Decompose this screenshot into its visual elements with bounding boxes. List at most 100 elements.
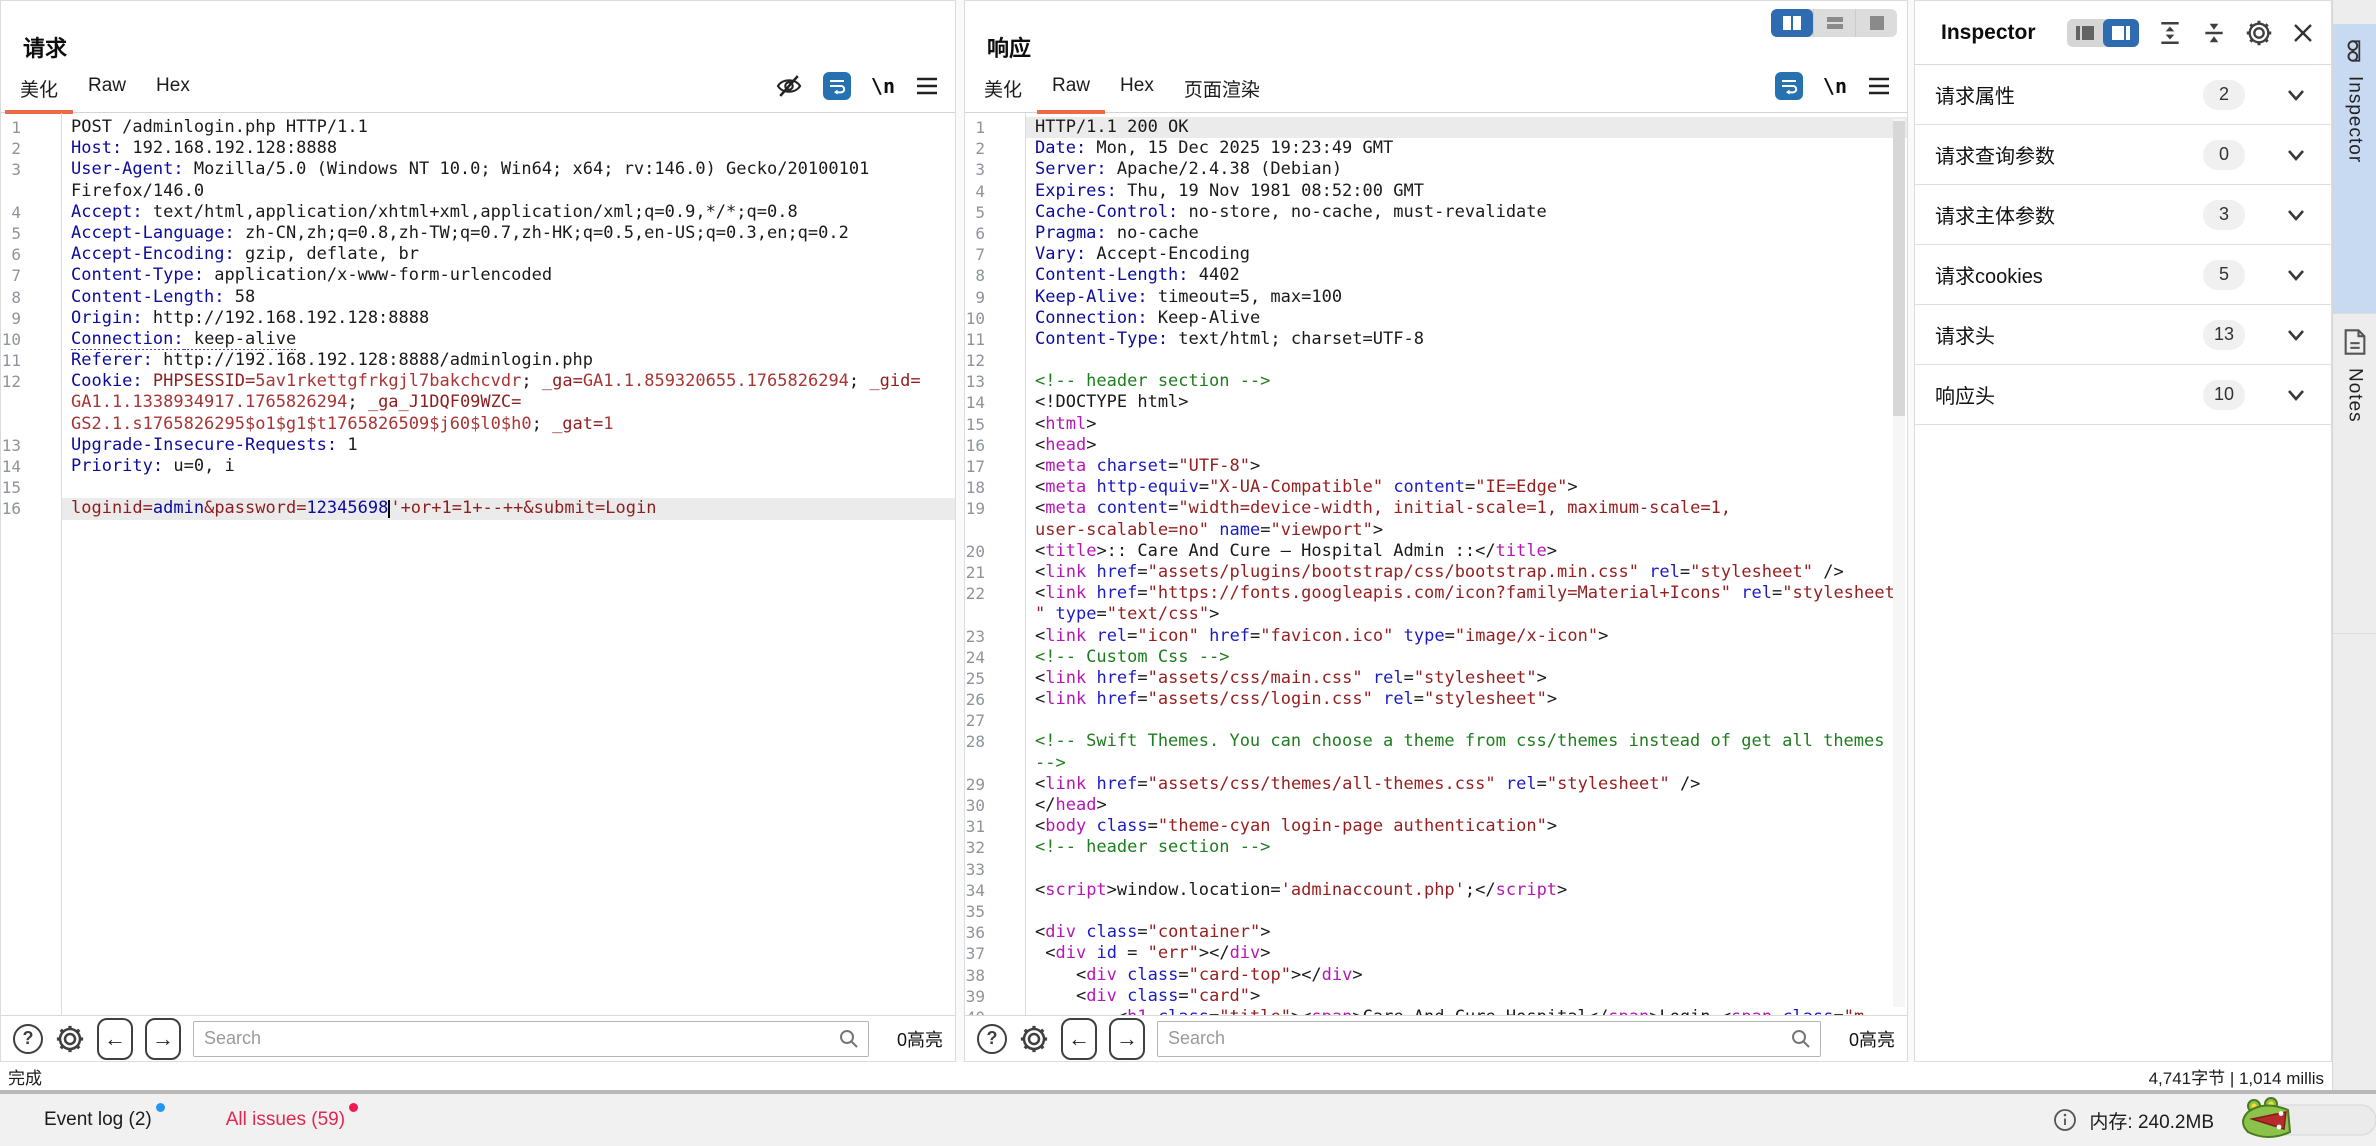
editor-row[interactable]: 10Connection: Keep-Alive <box>965 308 1907 329</box>
search-prev-button[interactable]: ← <box>97 1018 133 1060</box>
editor-row[interactable]: 3User-Agent: Mozilla/5.0 (Windows NT 10.… <box>1 159 955 180</box>
help-icon[interactable]: ? <box>13 1024 43 1054</box>
sidebar-tab-inspector[interactable]: Inspector <box>2333 24 2376 314</box>
tab-Raw[interactable]: Raw <box>73 65 141 114</box>
editor-row[interactable]: 9Keep-Alive: timeout=5, max=100 <box>965 287 1907 308</box>
wrap-lines-icon[interactable] <box>1775 72 1803 100</box>
scrollbar-thumb[interactable] <box>1893 121 1905 416</box>
editor-row[interactable]: 32<!-- header section --> <box>965 837 1907 858</box>
editor-row[interactable]: 1HTTP/1.1 200 OK <box>965 117 1907 138</box>
response-editor[interactable]: 1HTTP/1.1 200 OK2Date: Mon, 15 Dec 2025 … <box>965 113 1907 1015</box>
editor-row[interactable]: 12Cookie: PHPSESSID=5av1rkettgfrkgjl7bak… <box>1 371 955 392</box>
editor-row[interactable]: --> <box>965 753 1907 774</box>
search-prev-button[interactable]: ← <box>1061 1018 1097 1060</box>
chevron-down-icon[interactable] <box>2285 146 2307 164</box>
editor-row[interactable]: user-scalable=no" name="viewport"> <box>965 520 1907 541</box>
editor-row[interactable]: 8Content-Length: 4402 <box>965 265 1907 286</box>
pane-toggle-right-icon[interactable] <box>2103 19 2139 47</box>
editor-row[interactable]: 23<link rel="icon" href="favicon.ico" ty… <box>965 626 1907 647</box>
editor-row[interactable]: 12 <box>965 350 1907 371</box>
request-search-input[interactable] <box>193 1021 869 1057</box>
response-search-input[interactable] <box>1157 1021 1821 1057</box>
editor-row[interactable]: 2Host: 192.168.192.128:8888 <box>1 138 955 159</box>
chevron-down-icon[interactable] <box>2285 386 2307 404</box>
request-editor[interactable]: 1POST /adminlogin.php HTTP/1.12Host: 192… <box>1 113 955 1015</box>
wrap-lines-icon[interactable] <box>823 72 851 100</box>
event-log-button[interactable]: Event log (2) <box>44 1109 152 1131</box>
search-settings-gear-icon[interactable] <box>55 1024 85 1054</box>
help-icon[interactable]: ? <box>977 1024 1007 1054</box>
editor-row[interactable]: 6Accept-Encoding: gzip, deflate, br <box>1 244 955 265</box>
chevron-down-icon[interactable] <box>2285 266 2307 284</box>
tab-Hex[interactable]: Hex <box>141 65 205 114</box>
editor-row[interactable]: 11Referer: http://192.168.192.128:8888/a… <box>1 350 955 371</box>
editor-row[interactable]: " type="text/css"> <box>965 604 1907 625</box>
editor-row[interactable]: 13<!-- header section --> <box>965 371 1907 392</box>
editor-row[interactable]: 13Upgrade-Insecure-Requests: 1 <box>1 435 955 456</box>
editor-row[interactable]: 16<head> <box>965 435 1907 456</box>
editor-row[interactable]: 37 <div id = "err"></div> <box>965 943 1907 964</box>
editor-row[interactable]: 16loginid=admin&password=12345698'+or+1=… <box>1 498 955 519</box>
editor-row[interactable]: 29<link href="assets/css/themes/all-them… <box>965 774 1907 795</box>
tab-Raw[interactable]: Raw <box>1037 65 1105 114</box>
all-issues-button[interactable]: All issues (59) <box>226 1109 345 1131</box>
editor-row[interactable]: 17<meta charset="UTF-8"> <box>965 456 1907 477</box>
close-icon[interactable] <box>2291 21 2315 45</box>
editor-row[interactable]: 8Content-Length: 58 <box>1 287 955 308</box>
menu-icon[interactable] <box>915 76 939 96</box>
editor-row[interactable]: 25<link href="assets/css/main.css" rel="… <box>965 668 1907 689</box>
editor-row[interactable]: 24<!-- Custom Css --> <box>965 647 1907 668</box>
inspector-section[interactable]: 请求主体参数3 <box>1915 185 2331 245</box>
editor-row[interactable]: 35 <box>965 901 1907 922</box>
editor-row[interactable]: 27 <box>965 710 1907 731</box>
editor-row[interactable]: Firefox/146.0 <box>1 181 955 202</box>
editor-row[interactable]: 11Content-Type: text/html; charset=UTF-8 <box>965 329 1907 350</box>
tab-Hex[interactable]: Hex <box>1105 65 1169 114</box>
newline-glyph-icon[interactable]: \n <box>871 74 895 98</box>
pane-toggle-left-icon[interactable] <box>2067 19 2103 47</box>
inspector-section[interactable]: 响应头10 <box>1915 365 2331 425</box>
editor-row[interactable]: 4Accept: text/html,application/xhtml+xml… <box>1 202 955 223</box>
editor-row[interactable]: 7Vary: Accept-Encoding <box>965 244 1907 265</box>
editor-row[interactable]: 26<link href="assets/css/login.css" rel=… <box>965 689 1907 710</box>
editor-row[interactable]: 31<body class="theme-cyan login-page aut… <box>965 816 1907 837</box>
editor-row[interactable]: 38 <div class="card-top"></div> <box>965 965 1907 986</box>
editor-row[interactable]: 10Connection: keep-alive <box>1 329 955 350</box>
editor-row[interactable]: 6Pragma: no-cache <box>965 223 1907 244</box>
chevron-down-icon[interactable] <box>2285 206 2307 224</box>
editor-row[interactable]: 30</head> <box>965 795 1907 816</box>
inspector-section[interactable]: 请求cookies5 <box>1915 245 2331 305</box>
editor-row[interactable]: 33 <box>965 859 1907 880</box>
editor-row[interactable]: 3Server: Apache/2.4.38 (Debian) <box>965 159 1907 180</box>
tab-美化[interactable]: 美化 <box>969 65 1037 114</box>
editor-row[interactable]: 19<meta content="width=device-width, ini… <box>965 498 1907 519</box>
editor-row[interactable]: 22<link href="https://fonts.googleapis.c… <box>965 583 1907 604</box>
hide-nonprintable-eye-icon[interactable] <box>775 72 803 100</box>
editor-row[interactable]: 14Priority: u=0, i <box>1 456 955 477</box>
inspector-section[interactable]: 请求头13 <box>1915 305 2331 365</box>
editor-row[interactable]: GS2.1.s1765826295$o1$g1$t1765826509$j60$… <box>1 414 955 435</box>
editor-row[interactable]: 7Content-Type: application/x-www-form-ur… <box>1 265 955 286</box>
newline-glyph-icon[interactable]: \n <box>1823 74 1847 98</box>
expand-all-icon[interactable] <box>2157 20 2183 46</box>
tab-美化[interactable]: 美化 <box>5 65 73 114</box>
editor-row[interactable]: 5Accept-Language: zh-CN,zh;q=0.8,zh-TW;q… <box>1 223 955 244</box>
editor-row[interactable]: 15<html> <box>965 414 1907 435</box>
search-settings-gear-icon[interactable] <box>1019 1024 1049 1054</box>
menu-icon[interactable] <box>1867 76 1891 96</box>
editor-row[interactable]: 14<!DOCTYPE html> <box>965 392 1907 413</box>
editor-row[interactable]: 15 <box>1 477 955 498</box>
editor-row[interactable]: 5Cache-Control: no-store, no-cache, must… <box>965 202 1907 223</box>
collapse-all-icon[interactable] <box>2201 20 2227 46</box>
gear-icon[interactable] <box>2245 19 2273 47</box>
editor-row[interactable]: 39 <div class="card"> <box>965 986 1907 1007</box>
inspector-section[interactable]: 请求查询参数0 <box>1915 125 2331 185</box>
editor-row[interactable]: 9Origin: http://192.168.192.128:8888 <box>1 308 955 329</box>
inspector-section[interactable]: 请求属性2 <box>1915 65 2331 125</box>
chevron-down-icon[interactable] <box>2285 326 2307 344</box>
editor-row[interactable]: 20<title>:: Care And Cure – Hospital Adm… <box>965 541 1907 562</box>
editor-row[interactable]: GA1.1.1338934917.1765826294; _ga_J1DQF09… <box>1 392 955 413</box>
editor-row[interactable]: 34<script>window.location='adminaccount.… <box>965 880 1907 901</box>
sidebar-tab-notes[interactable]: Notes <box>2333 314 2376 634</box>
editor-row[interactable]: 4Expires: Thu, 19 Nov 1981 08:52:00 GMT <box>965 181 1907 202</box>
